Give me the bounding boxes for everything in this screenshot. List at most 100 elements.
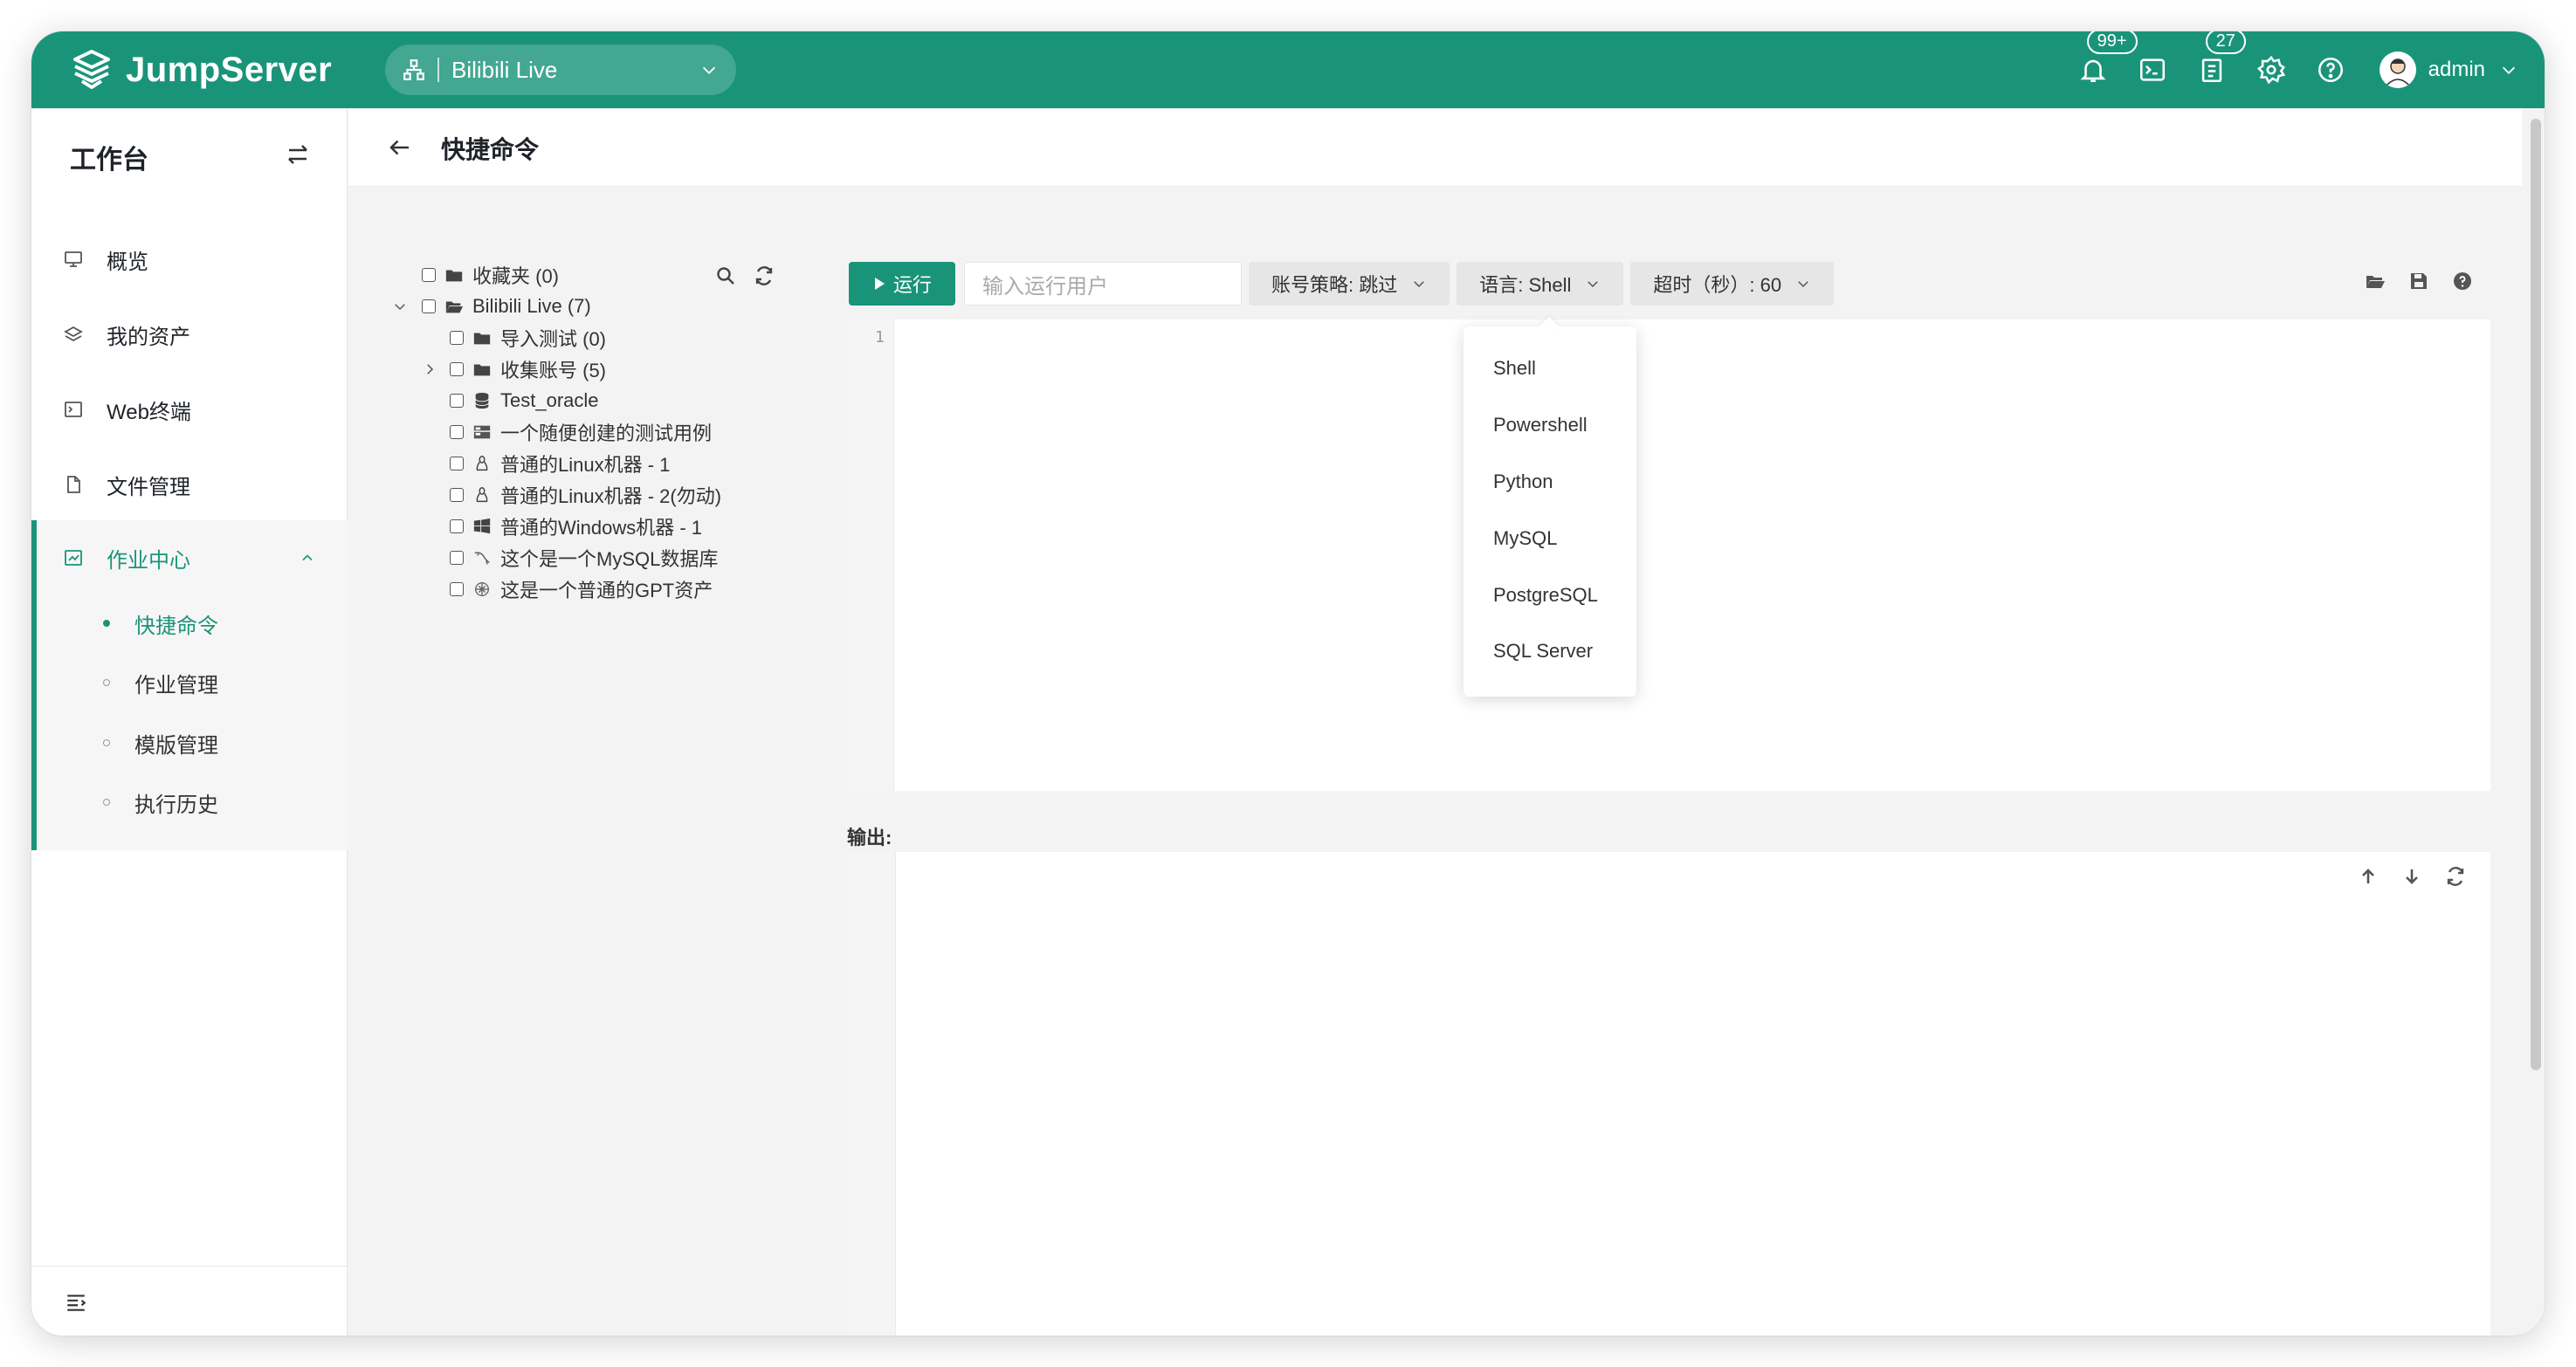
node-checkbox[interactable] [450, 362, 464, 376]
sidebar-item-web-terminal[interactable]: Web终端 [31, 379, 348, 440]
sidebar-item-label: 概览 [107, 250, 148, 274]
tree-node[interactable]: 导入测试 (0) [450, 323, 606, 353]
web-terminal-button[interactable] [2138, 55, 2167, 85]
tickets-button[interactable]: 27 [2197, 31, 2246, 85]
language-option-mysql[interactable]: MySQL [1493, 523, 1557, 554]
sidebar-item-label: 作业中心 [107, 548, 190, 573]
node-checkbox[interactable] [422, 299, 436, 313]
tree-node[interactable]: 普通的Windows机器 - 1 [450, 512, 702, 541]
language-option-shell[interactable]: Shell [1493, 353, 1536, 384]
help-circle-icon[interactable] [2452, 271, 2473, 292]
node-checkbox[interactable] [450, 519, 464, 533]
chevron-right-icon[interactable] [422, 361, 437, 377]
output-label: 输出: [847, 827, 892, 848]
user-name[interactable]: admin [2428, 58, 2485, 82]
tree-node[interactable]: 收集账号 (5) [450, 354, 606, 384]
bullet-icon [103, 679, 110, 686]
sidebar-subitem-label: 执行历史 [134, 793, 218, 817]
arrow-down-icon[interactable] [2401, 866, 2422, 887]
language-option-postgresql[interactable]: PostgreSQL [1493, 580, 1598, 611]
node-checkbox[interactable] [450, 331, 464, 345]
folder-open-icon [445, 301, 464, 313]
asset-tree: 收藏夹 (0) Bilibili Live (7) 导入测试 (0) 收集账号 … [348, 187, 820, 1336]
tree-node-label: 导入测试 (0) [500, 328, 607, 350]
chevron-down-icon [702, 66, 716, 74]
tree-node[interactable]: Bilibili Live (7) [422, 292, 591, 321]
output-gutter [849, 852, 896, 1336]
chevron-down-icon[interactable] [2499, 60, 2518, 79]
sidebar-item-file-manager[interactable]: 文件管理 [31, 454, 348, 515]
search-icon[interactable] [715, 265, 736, 286]
sidebar-subitem-job-management[interactable]: 作业管理 [37, 653, 348, 712]
notifications-button[interactable]: 99+ [2078, 31, 2138, 85]
tickets-badge: 27 [2205, 31, 2246, 54]
refresh-icon[interactable] [754, 265, 775, 286]
sidebar-subitem-template-management[interactable]: 模版管理 [37, 713, 348, 773]
save-icon[interactable] [2408, 271, 2429, 292]
node-checkbox[interactable] [450, 582, 464, 596]
node-checkbox[interactable] [450, 488, 464, 502]
folder-open-icon[interactable] [2365, 271, 2386, 292]
tree-node[interactable]: 收藏夹 (0) [422, 260, 559, 290]
node-checkbox[interactable] [422, 268, 436, 282]
tree-node-label: 这是一个普通的GPT资产 [500, 580, 713, 601]
node-checkbox[interactable] [450, 551, 464, 565]
node-checkbox[interactable] [450, 425, 464, 439]
clipboard-icon [2201, 58, 2221, 83]
sidebar-subitem-execution-history[interactable]: 执行历史 [37, 773, 348, 832]
avatar[interactable] [2379, 52, 2416, 88]
play-icon [874, 278, 885, 290]
timeout-dropdown[interactable]: 超时（秒）: 60 [1630, 262, 1835, 306]
sidebar-subitem-quick-command[interactable]: 快捷命令 [37, 594, 348, 653]
editor-gutter: 1 [849, 319, 894, 791]
run-button[interactable]: 运行 [849, 262, 955, 306]
header-actions: 99+ 27 admin [2063, 31, 2518, 108]
chevron-down-icon [1414, 281, 1425, 288]
language-option-sql-server[interactable]: SQL Server [1493, 635, 1593, 667]
jumpserver-logo-icon [73, 50, 110, 89]
node-checkbox[interactable] [450, 394, 464, 408]
line-number: 1 [875, 328, 885, 347]
collapse-menu-icon[interactable] [65, 1291, 87, 1314]
chevron-down-icon [1588, 281, 1599, 288]
server-icon [473, 425, 491, 439]
chevron-down-icon[interactable] [392, 299, 408, 314]
help-button[interactable] [2316, 55, 2345, 85]
language-dropdown[interactable]: 语言: Shell [1457, 262, 1624, 306]
tree-node[interactable]: 这个是一个MySQL数据库 [450, 543, 718, 573]
logo[interactable]: JumpServer [70, 45, 332, 94]
tree-node[interactable]: 普通的Linux机器 - 1 [450, 449, 670, 478]
arrow-up-icon[interactable] [2358, 866, 2379, 887]
code-editor[interactable]: 1 [849, 319, 2490, 791]
settings-button[interactable] [2256, 55, 2286, 85]
switch-view-icon[interactable] [285, 141, 311, 168]
tree-node-label: 这个是一个MySQL数据库 [500, 548, 719, 570]
user-avatar-icon [2385, 58, 2411, 87]
page-scrollbar[interactable] [2531, 119, 2541, 1070]
tree-node[interactable]: 普通的Linux机器 - 2(勿动) [450, 480, 721, 510]
org-selector[interactable]: Bilibili Live [385, 45, 736, 95]
database-icon [475, 392, 489, 409]
bullet-icon [103, 620, 110, 627]
run-user-placeholder: 输入运行用户 [982, 274, 1108, 299]
run-user-input[interactable]: 输入运行用户 [964, 262, 1242, 306]
sidebar-item-job-center[interactable]: 作业中心 [31, 527, 348, 588]
account-policy-dropdown[interactable]: 账号策略: 跳过 [1249, 262, 1450, 306]
output-panel [849, 852, 2490, 1336]
output-tools [2358, 866, 2466, 887]
language-option-powershell[interactable]: Powershell [1493, 409, 1588, 441]
folder-icon [473, 333, 491, 345]
language-option-python[interactable]: Python [1493, 466, 1553, 498]
node-checkbox[interactable] [450, 457, 464, 471]
tree-node[interactable]: 一个随便创建的测试用例 [450, 417, 712, 447]
tree-node[interactable]: Test_oracle [450, 386, 599, 416]
top-header: JumpServer Bilibili Live 99+ 27 admin [31, 31, 2545, 108]
arrow-left-icon[interactable] [387, 134, 413, 161]
run-button-label: 运行 [892, 274, 932, 296]
tree-node[interactable]: 这是一个普通的GPT资产 [450, 574, 713, 604]
tree-node-label: 普通的Windows机器 - 1 [500, 517, 703, 539]
refresh-icon[interactable] [2445, 866, 2466, 887]
sidebar-item-overview[interactable]: 概览 [31, 229, 348, 290]
tree-node-label: Test_oracle [500, 389, 599, 411]
sidebar-item-my-assets[interactable]: 我的资产 [31, 304, 348, 365]
